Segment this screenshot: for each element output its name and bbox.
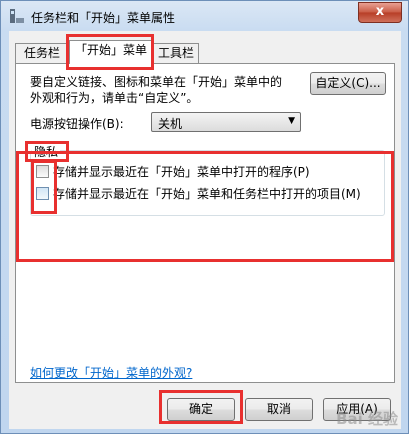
tab-label: 任务栏 bbox=[23, 46, 60, 60]
description-line: 外观和行为，请单击“自定义”。 bbox=[30, 91, 199, 105]
power-button-value: 关机 bbox=[158, 117, 183, 131]
close-button[interactable]: x bbox=[358, 2, 402, 23]
watermark: Bai 经验 bbox=[336, 410, 398, 428]
taskbar-icon bbox=[9, 8, 25, 24]
close-icon: x bbox=[375, 4, 385, 19]
description-line: 要自定义链接、图标和菜单在「开始」菜单中的 bbox=[30, 75, 283, 89]
power-button-select[interactable]: 关机 ▼ bbox=[151, 112, 301, 132]
cancel-button[interactable]: 取消 bbox=[245, 398, 313, 421]
power-button-label: 电源按钮操作(B): bbox=[30, 117, 124, 131]
title-bar[interactable]: 任务栏和「开始」菜单属性 x bbox=[1, 1, 408, 31]
highlight-start-menu-tab bbox=[66, 34, 154, 70]
window-title: 任务栏和「开始」菜单属性 bbox=[31, 11, 176, 25]
properties-dialog: 任务栏和「开始」菜单属性 x 任务栏 「开始」菜单 工具栏 要自定义链接、图标和… bbox=[0, 0, 409, 434]
customize-button[interactable]: 自定义(C)... bbox=[310, 72, 386, 95]
highlight-ok-button bbox=[159, 390, 243, 424]
customize-description: 要自定义链接、图标和菜单在「开始」菜单中的 外观和行为，请单击“自定义”。 bbox=[30, 74, 282, 106]
tab-label: 工具栏 bbox=[157, 46, 194, 60]
chevron-down-icon: ▼ bbox=[288, 116, 295, 126]
tab-taskbar[interactable]: 任务栏 bbox=[15, 43, 69, 63]
tab-toolbars[interactable]: 工具栏 bbox=[153, 43, 199, 63]
help-link[interactable]: 如何更改「开始」菜单的外观? bbox=[30, 364, 192, 381]
highlight-privacy-group bbox=[16, 151, 394, 262]
